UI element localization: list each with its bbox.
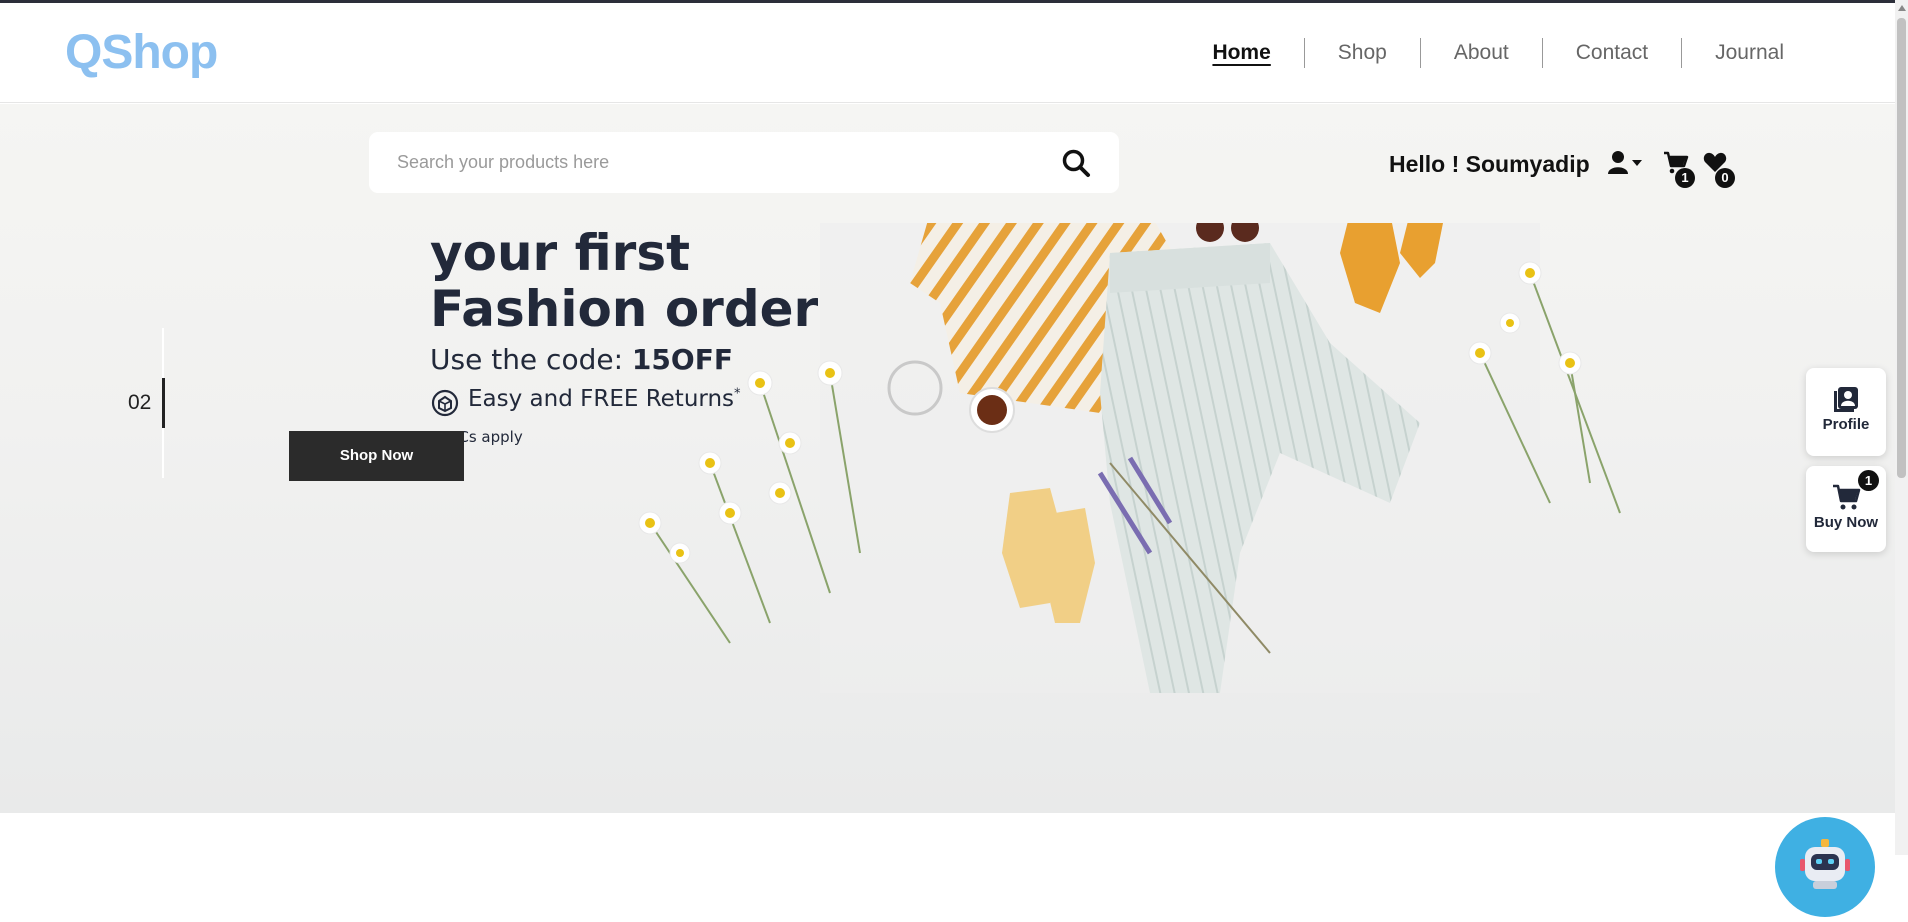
slide-number: 02 xyxy=(128,391,152,414)
search-input[interactable] xyxy=(397,132,1037,193)
nav-home[interactable]: Home xyxy=(1179,41,1303,65)
cart-count-badge: 1 xyxy=(1675,168,1695,188)
search-bar xyxy=(369,132,1119,193)
profile-card-icon xyxy=(1834,387,1858,412)
main-nav: Home Shop About Contact Journal xyxy=(1179,3,1895,103)
hero-heading-line1: your first xyxy=(430,224,690,282)
wishlist-count-badge: 0 xyxy=(1715,168,1735,188)
user-dropdown-icon[interactable] xyxy=(1608,150,1646,176)
shopping-cart-icon xyxy=(1833,484,1861,510)
hero-banner: your first Fashion order Use the code: 1… xyxy=(0,223,1895,703)
buy-now-side-button[interactable]: 1 Buy Now xyxy=(1806,466,1886,552)
top-navbar: QShop Home Shop About Contact Journal xyxy=(0,3,1895,103)
hero-code-prefix: Use the code: xyxy=(430,343,632,376)
hero-returns-label: Easy and FREE Returns xyxy=(468,386,735,412)
profile-label: Profile xyxy=(1822,416,1870,433)
buy-now-label: Buy Now xyxy=(1813,514,1879,531)
page-scrollbar[interactable] xyxy=(1895,0,1908,855)
profile-side-button[interactable]: Profile xyxy=(1806,368,1886,456)
nav-journal[interactable]: Journal xyxy=(1682,41,1817,65)
hero-heading-line2: Fashion order xyxy=(430,280,819,338)
hero-section: Hello ! Soumyadip 1 0 xyxy=(0,104,1895,917)
hero-code-line: Use the code: 15OFF xyxy=(430,343,733,376)
scrollbar-thumb[interactable] xyxy=(1897,18,1906,478)
robot-icon xyxy=(1800,839,1850,889)
nav-contact[interactable]: Contact xyxy=(1543,41,1681,65)
hero-returns-mark: * xyxy=(734,386,741,402)
nav-shop[interactable]: Shop xyxy=(1305,41,1420,65)
scroll-up-arrow-icon[interactable] xyxy=(1898,5,1906,11)
hero-returns-text: Easy and FREE Returns* xyxy=(468,386,741,412)
chatbot-button[interactable] xyxy=(1775,817,1875,917)
pager-active-indicator[interactable] xyxy=(162,378,165,428)
buy-now-count-badge: 1 xyxy=(1858,470,1879,491)
search-icon[interactable] xyxy=(1061,148,1091,178)
site-logo[interactable]: QShop xyxy=(65,25,218,80)
returns-icon xyxy=(431,389,459,417)
hero-promo-code: 15OFF xyxy=(631,343,733,376)
user-greeting: Hello ! Soumyadip xyxy=(1389,151,1590,177)
nav-about[interactable]: About xyxy=(1421,41,1542,65)
shop-now-button[interactable]: Shop Now xyxy=(289,431,464,481)
